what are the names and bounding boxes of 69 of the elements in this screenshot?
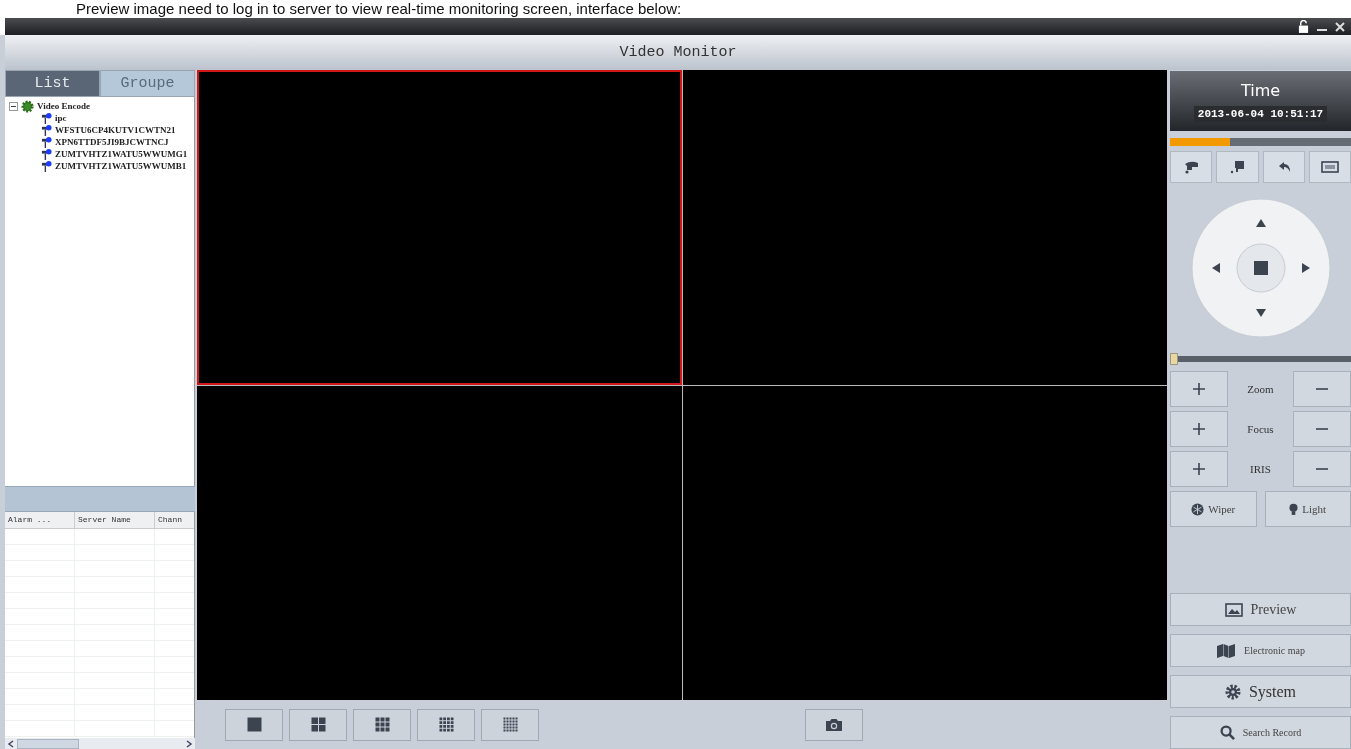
video-tile[interactable] <box>197 385 682 700</box>
ptz-button[interactable] <box>1308 151 1351 183</box>
lens-label: Focus <box>1246 423 1275 435</box>
caption-text: Preview image need to log in to server to view real-time monitoring screen, interface below: <box>0 0 1351 18</box>
tree-item[interactable]: WFSTU6CP4KUTV1CWTN21 <box>55 125 176 135</box>
image-icon <box>1224 602 1243 617</box>
scroll-bar[interactable] <box>5 738 195 749</box>
camera-icon <box>41 160 52 172</box>
tree-item[interactable]: ipc <box>55 113 67 123</box>
bulb-icon <box>1289 502 1299 516</box>
layout-button[interactable] <box>353 708 411 741</box>
flag-icon <box>1229 160 1246 174</box>
layout-button[interactable] <box>225 708 283 741</box>
column-header[interactable]: Chann <box>155 512 194 528</box>
grid-icon <box>438 717 454 732</box>
nav-button[interactable]: System <box>1170 675 1351 708</box>
grid-icon <box>246 717 262 732</box>
camera-icon <box>41 136 52 148</box>
video-tile[interactable] <box>197 70 682 385</box>
grid-icon <box>502 717 518 732</box>
video-tile[interactable] <box>682 70 1167 385</box>
ptz-button[interactable] <box>1170 151 1213 183</box>
layout-button[interactable] <box>289 708 347 741</box>
camera-icon <box>41 112 52 124</box>
collapse-icon[interactable] <box>9 101 18 111</box>
snapshot-button[interactable] <box>805 708 863 741</box>
nav-button[interactable]: Preview <box>1170 593 1351 626</box>
monitor-icon <box>1320 160 1339 174</box>
dome-camera-icon <box>1183 160 1200 174</box>
tree-item[interactable]: XPN6TTDF5JI9BJCWTNCJ <box>55 137 169 147</box>
lens-label: Zoom <box>1246 383 1275 395</box>
column-header[interactable]: Alarm ... <box>5 512 75 528</box>
camera-icon <box>41 124 52 136</box>
tab[interactable]: List <box>5 70 100 97</box>
grid-icon <box>310 717 326 732</box>
close-icon[interactable] <box>1335 21 1345 32</box>
snowflake-icon <box>1191 502 1205 516</box>
map-icon <box>1216 643 1237 658</box>
nav-button[interactable]: Electronic map <box>1170 634 1351 667</box>
lock-icon[interactable] <box>1298 20 1309 33</box>
plus-icon <box>1193 463 1205 475</box>
layout-button[interactable] <box>417 708 475 741</box>
ptz-button[interactable] <box>1216 151 1259 183</box>
search-icon <box>1219 725 1235 740</box>
toggle-button[interactable]: Wiper <box>1170 491 1257 527</box>
speed-slider[interactable] <box>1170 353 1351 365</box>
nav-button[interactable]: Search Record <box>1170 716 1351 749</box>
plus-button[interactable] <box>1170 451 1228 487</box>
toggle-button[interactable]: Light <box>1264 491 1351 527</box>
gear-icon <box>21 99 34 113</box>
slider-thumb[interactable] <box>1170 353 1178 365</box>
plus-button[interactable] <box>1170 371 1228 407</box>
time-value: 2013-06-04 10:51:17 <box>1193 105 1328 122</box>
video-tile[interactable] <box>682 385 1167 700</box>
camera-icon <box>825 717 843 732</box>
tree-item[interactable]: ZUMTVHTZ1WATU5WWUMB1 <box>55 161 187 171</box>
lens-label: IRIS <box>1249 463 1272 475</box>
grid-icon <box>374 717 390 732</box>
plus-icon <box>1193 383 1205 395</box>
ptz-button[interactable] <box>1262 151 1305 183</box>
gear-icon <box>1224 683 1241 700</box>
plus-button[interactable] <box>1170 411 1228 447</box>
plus-icon <box>1193 423 1205 435</box>
column-header[interactable]: Server Name <box>75 512 155 528</box>
window-title: Video Monitor <box>619 44 737 61</box>
time-label: Time <box>1240 80 1281 100</box>
tree-item[interactable]: ZUMTVHTZ1WATU5WWUMG1 <box>55 149 188 159</box>
tree-item[interactable]: Video Encode <box>37 101 90 111</box>
camera-icon <box>41 148 52 160</box>
